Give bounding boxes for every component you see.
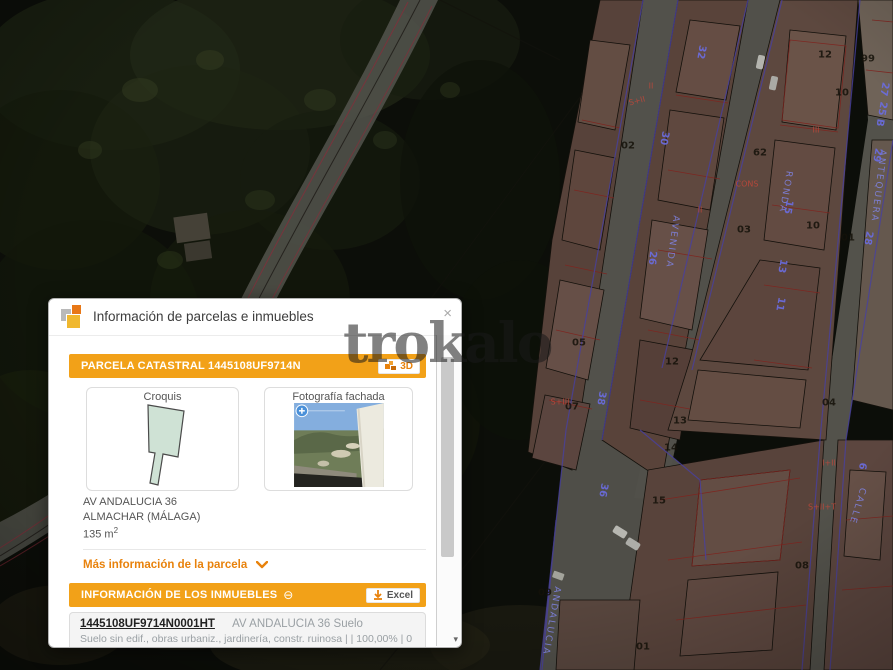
view-3d-label: 3D (400, 361, 413, 372)
scrollbar-thumb[interactable] (441, 357, 454, 557)
inmuebles-header-bar: INFORMACIÓN DE LOS INMUEBLES ⊖ Excel (69, 583, 426, 607)
inmuebles-header-label: INFORMACIÓN DE LOS INMUEBLES (81, 589, 277, 601)
cube-3d-icon (385, 361, 396, 371)
parcel-area: 135 m2 (83, 524, 426, 542)
cadastral-reference-link[interactable]: 1445108UF9714N0001HT (80, 618, 215, 630)
photo-zoom-icon[interactable] (296, 405, 308, 417)
address-line1: AV ANDALUCIA 36 (83, 495, 426, 510)
inmueble-row[interactable]: 1445108UF9714N0001HT AV ANDALUCIA 36 Sue… (69, 612, 426, 647)
inmueble-details: Suelo sin edif., obras urbaniz., jardine… (80, 633, 415, 645)
dialog-content: PARCELA CATASTRAL 1445108UF9714N 3D Croq… (49, 336, 436, 647)
screen: AVENIDARONDAANTEQUERACALLEANDALUCIA26151… (0, 0, 893, 670)
facade-photo-label: Fotografía fachada (265, 391, 412, 403)
facade-photo[interactable] (293, 403, 385, 487)
chevron-down-icon (256, 561, 268, 569)
excel-export-label: Excel (387, 590, 413, 601)
cadastre-squares-icon (60, 304, 86, 330)
scroll-down-icon[interactable]: ▾ (453, 634, 458, 645)
excel-export-button[interactable]: Excel (366, 588, 420, 603)
dialog-scrollbar[interactable]: ▾ (436, 335, 461, 646)
facade-photo-body (265, 403, 412, 487)
facade-photo-panel[interactable]: Fotografía fachada (264, 387, 413, 491)
divider (83, 549, 426, 550)
croquis-label: Croquis (87, 391, 238, 403)
croquis-panel[interactable]: Croquis (86, 387, 239, 491)
parcel-address: AV ANDALUCIA 36 ALMACHAR (MÁLAGA) 135 m2 (83, 495, 426, 542)
more-parcel-info-link[interactable]: Más información de la parcela (83, 559, 426, 571)
address-line2: ALMACHAR (MÁLAGA) (83, 510, 426, 525)
preview-panels: Croquis Fotografía fachada (86, 387, 426, 491)
croquis-body (87, 403, 238, 488)
parcel-header-bar: PARCELA CATASTRAL 1445108UF9714N 3D (69, 354, 426, 378)
more-parcel-info-label: Más información de la parcela (83, 559, 247, 571)
amber-square-icon (66, 314, 81, 329)
comment-bubble-icon[interactable]: ⊖ (283, 588, 293, 602)
inmueble-address: AV ANDALUCIA 36 Suelo (232, 618, 363, 630)
dialog-title: Información de parcelas e inmuebles (93, 309, 314, 324)
parcel-sketch (128, 403, 198, 488)
dialog-header: Información de parcelas e inmuebles × (49, 299, 461, 336)
download-icon (373, 590, 383, 600)
close-icon[interactable]: × (443, 307, 452, 321)
parcel-header-label: PARCELA CATASTRAL 1445108UF9714N (81, 360, 301, 372)
parcel-info-dialog: Información de parcelas e inmuebles × PA… (48, 298, 462, 648)
view-3d-button[interactable]: 3D (378, 359, 420, 374)
inmueble-row-line1: 1445108UF9714N0001HT AV ANDALUCIA 36 Sue… (80, 618, 415, 630)
